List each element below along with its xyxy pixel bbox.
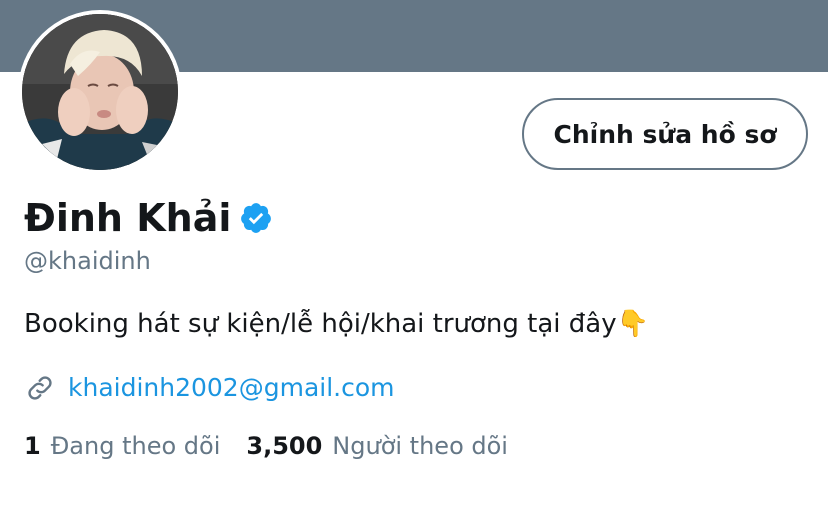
following-label: Đang theo dõi: [50, 432, 221, 460]
profile-link-row: khaidinh2002@gmail.com: [24, 370, 395, 406]
display-name: Đinh Khải: [24, 196, 232, 240]
verified-badge-icon: [239, 201, 273, 235]
followers-label: Người theo dõi: [332, 432, 508, 460]
followers-stat[interactable]: 3,500 Người theo dõi: [246, 428, 508, 464]
following-stat[interactable]: 1 Đang theo dõi: [24, 428, 220, 464]
edit-profile-button[interactable]: Chỉnh sửa hồ sơ: [522, 98, 808, 170]
followers-count: 3,500: [246, 432, 323, 460]
profile-bio: Booking hát sự kiện/lễ hội/khai trương t…: [24, 309, 649, 339]
avatar[interactable]: [22, 14, 178, 170]
profile-link[interactable]: khaidinh2002@gmail.com: [68, 370, 395, 406]
profile-stats: 1 Đang theo dõi 3,500 Người theo dõi: [24, 428, 508, 464]
link-icon: [24, 372, 56, 404]
name-row: Đinh Khải: [24, 192, 273, 244]
following-count: 1: [24, 432, 41, 460]
profile-handle: @khaidinh: [24, 247, 151, 275]
